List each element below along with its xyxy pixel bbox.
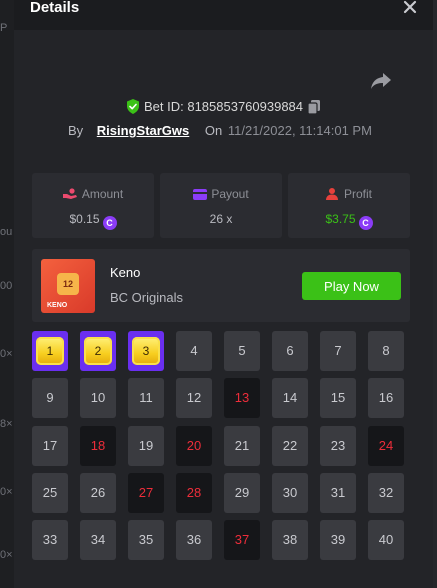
keno-ball-icon: 12 xyxy=(57,273,79,295)
keno-number-30[interactable]: 30 xyxy=(272,473,308,513)
by-label: By xyxy=(68,123,84,138)
game-card: 12 KENO Keno BC Originals Play Now xyxy=(32,249,410,322)
background-tick-label: 0× xyxy=(0,549,13,561)
on-label: On xyxy=(204,123,223,138)
keno-number-1[interactable]: 1 xyxy=(32,331,68,371)
background-tick-label: 0× xyxy=(0,348,13,360)
keno-number-11[interactable]: 11 xyxy=(128,378,164,418)
background-tick-label: 0× xyxy=(0,486,13,498)
shield-check-icon xyxy=(126,99,140,117)
currency-coin-icon: C xyxy=(102,216,117,230)
keno-number-39[interactable]: 39 xyxy=(320,520,356,560)
keno-number-5[interactable]: 5 xyxy=(224,331,260,371)
keno-number-37[interactable]: 37 xyxy=(224,520,260,560)
keno-number-33[interactable]: 33 xyxy=(32,520,68,560)
play-now-button[interactable]: Play Now xyxy=(302,272,401,300)
background-page-strip: Pou 00 0× 8× 0× 0× xyxy=(0,0,14,588)
stat-profit-value: $3.75 C xyxy=(288,212,410,230)
stat-payout: Payout 26 x xyxy=(160,173,282,238)
keno-number-28[interactable]: 28 xyxy=(176,473,212,513)
keno-number-32[interactable]: 32 xyxy=(368,473,404,513)
keno-number-6[interactable]: 6 xyxy=(272,331,308,371)
bet-timestamp: 11/21/2022, 11:14:01 PM xyxy=(227,123,372,138)
profit-user-icon xyxy=(325,188,338,200)
stat-profit-label: Profit xyxy=(288,187,410,201)
keno-number-35[interactable]: 35 xyxy=(128,520,164,560)
modal-title: Details xyxy=(30,0,80,16)
keno-picked-gem: 2 xyxy=(84,337,112,365)
bet-details-modal: Details Bet ID: 8185853760939884 By Risi… xyxy=(14,0,433,588)
background-scrollbar xyxy=(433,0,437,588)
currency-coin-icon: C xyxy=(358,216,373,230)
keno-number-25[interactable]: 25 xyxy=(32,473,68,513)
keno-number-31[interactable]: 31 xyxy=(320,473,356,513)
keno-number-8[interactable]: 8 xyxy=(368,331,404,371)
keno-number-16[interactable]: 16 xyxy=(368,378,404,418)
keno-number-15[interactable]: 15 xyxy=(320,378,356,418)
game-provider: BC Originals xyxy=(110,290,183,305)
keno-number-34[interactable]: 34 xyxy=(80,520,116,560)
keno-number-7[interactable]: 7 xyxy=(320,331,356,371)
bet-id-row: Bet ID: 8185853760939884 xyxy=(14,99,433,117)
copy-icon[interactable] xyxy=(307,99,321,117)
keno-number-12[interactable]: 12 xyxy=(176,378,212,418)
amount-hand-icon xyxy=(62,188,77,199)
background-tick-label: 00 xyxy=(0,280,13,292)
share-button[interactable] xyxy=(370,71,392,91)
close-button[interactable] xyxy=(401,0,419,16)
keno-number-21[interactable]: 21 xyxy=(224,426,260,466)
keno-number-36[interactable]: 36 xyxy=(176,520,212,560)
username-link[interactable]: RisingStarGws xyxy=(97,123,189,138)
stat-profit: Profit $3.75 C xyxy=(288,173,410,238)
keno-thumbnail[interactable]: 12 KENO xyxy=(41,259,95,313)
bet-id-text: Bet ID: 8185853760939884 xyxy=(143,99,304,114)
share-arrow-icon xyxy=(371,73,391,89)
keno-number-3[interactable]: 3 xyxy=(128,331,164,371)
keno-number-20[interactable]: 20 xyxy=(176,426,212,466)
game-name: Keno xyxy=(110,265,141,280)
keno-number-14[interactable]: 14 xyxy=(272,378,308,418)
keno-number-19[interactable]: 19 xyxy=(128,426,164,466)
keno-number-grid: 1 2 3 4 5 6 7 8 9 10 11 12 13 14 15 16 17 18 19 20 21 22 23 24 2… xyxy=(32,331,412,560)
bet-owner-row: By RisingStarGws On 11/21/2022, 11:14:01… xyxy=(68,123,372,138)
keno-number-13[interactable]: 13 xyxy=(224,378,260,418)
background-tick-label: ou xyxy=(0,226,13,238)
payout-card-icon xyxy=(193,189,208,200)
stat-amount: Amount $0.15 C xyxy=(32,173,154,238)
keno-brand-text: KENO xyxy=(47,302,68,309)
keno-number-22[interactable]: 22 xyxy=(272,426,308,466)
keno-number-10[interactable]: 10 xyxy=(80,378,116,418)
background-tick-label: 8× xyxy=(0,418,13,430)
stat-payout-value: 26 x xyxy=(209,212,233,226)
keno-number-4[interactable]: 4 xyxy=(176,331,212,371)
keno-number-17[interactable]: 17 xyxy=(32,426,68,466)
keno-number-18[interactable]: 18 xyxy=(80,426,116,466)
stat-amount-value: $0.15 C xyxy=(32,212,154,230)
close-icon xyxy=(403,0,417,14)
keno-number-27[interactable]: 27 xyxy=(128,473,164,513)
keno-number-9[interactable]: 9 xyxy=(32,378,68,418)
keno-number-2[interactable]: 2 xyxy=(80,331,116,371)
keno-number-26[interactable]: 26 xyxy=(80,473,116,513)
keno-number-38[interactable]: 38 xyxy=(272,520,308,560)
stat-amount-label: Amount xyxy=(32,187,154,201)
keno-number-23[interactable]: 23 xyxy=(320,426,356,466)
keno-picked-gem: 3 xyxy=(132,337,160,365)
keno-number-40[interactable]: 40 xyxy=(368,520,404,560)
keno-number-29[interactable]: 29 xyxy=(224,473,260,513)
modal-header: Details xyxy=(14,0,433,30)
background-tick-label: P xyxy=(0,22,8,34)
keno-number-24[interactable]: 24 xyxy=(368,426,404,466)
keno-picked-gem: 1 xyxy=(36,337,64,365)
stat-payout-label: Payout xyxy=(160,187,282,201)
